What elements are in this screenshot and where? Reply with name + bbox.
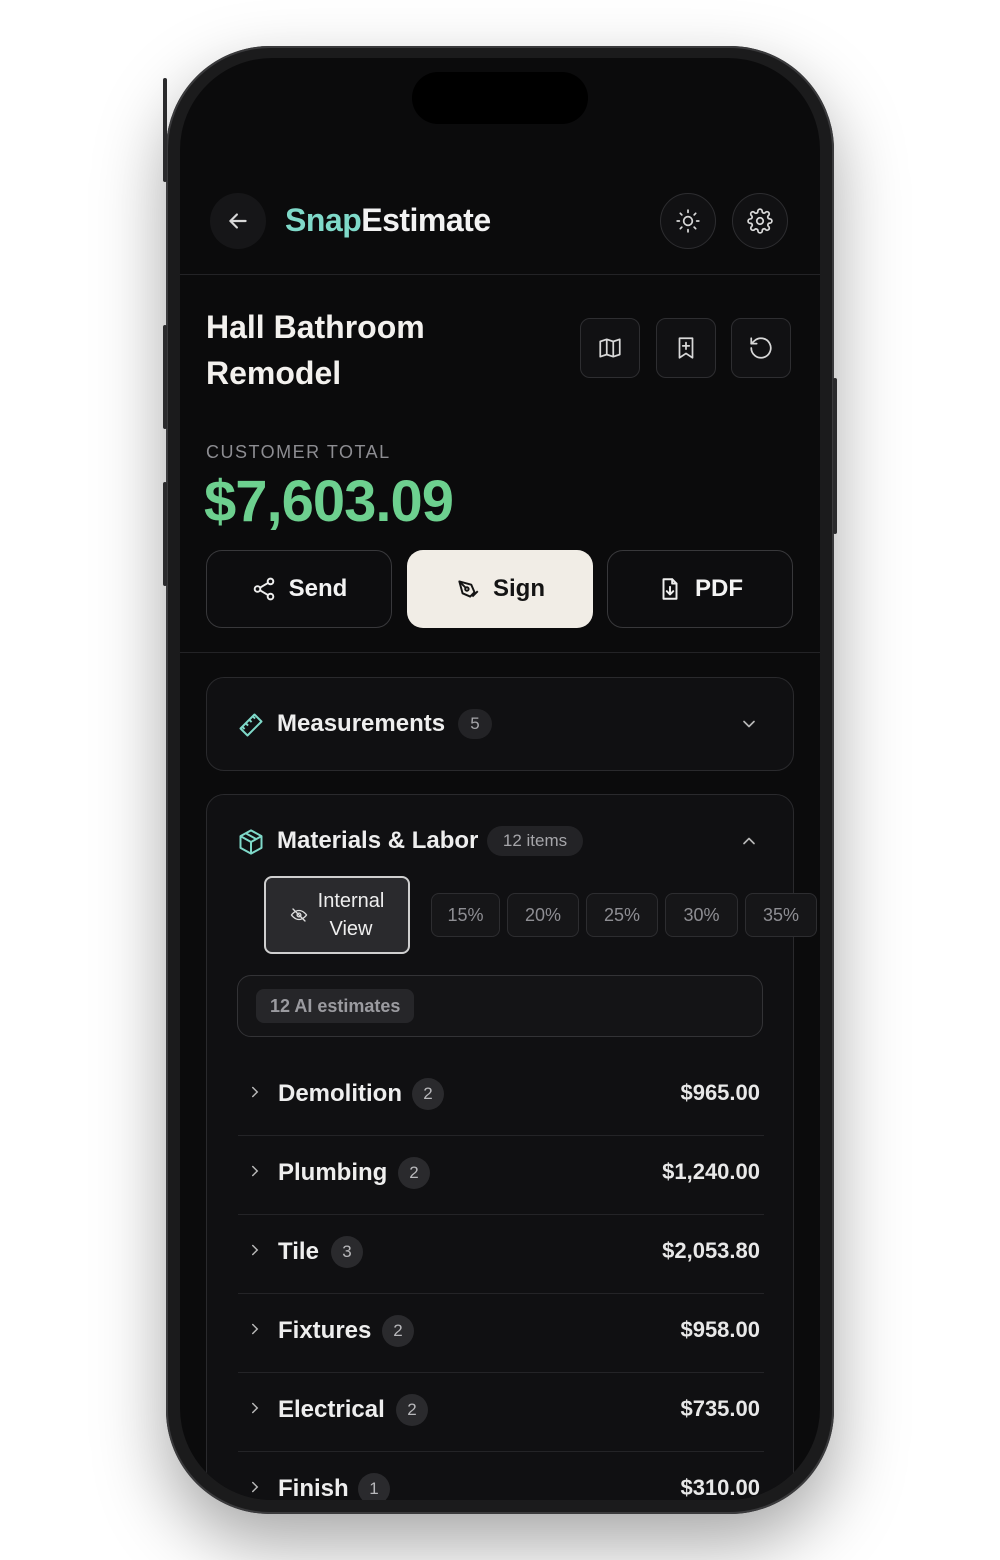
project-title-line1: Hall Bathroom [206,309,425,345]
file-download-icon [662,578,678,600]
category-price: $310.00 [680,1475,760,1500]
category-price: $965.00 [680,1080,760,1105]
pdf-label: PDF [695,575,743,602]
save-template-button[interactable] [656,318,716,378]
chevron-right-icon [252,1481,259,1493]
category-name: Electrical [278,1396,385,1423]
reset-button[interactable] [731,318,791,378]
internal-view-label: Internal View [318,887,385,943]
sign-button[interactable]: Sign [407,550,593,628]
internal-view-toggle[interactable]: Internal View [264,876,410,954]
category-row-demolition[interactable]: Demolition 2 $965.00 [238,1056,764,1136]
chevron-right-icon [252,1086,259,1098]
dynamic-island [412,72,588,124]
ai-estimates-badge: 12 AI estimates [256,989,415,1023]
category-count: 2 [396,1394,428,1426]
category-count: 2 [412,1078,444,1110]
category-price: $2,053.80 [662,1238,760,1263]
category-name: Fixtures [278,1317,372,1344]
materials-title: Materials & Labor [277,827,479,854]
category-name: Demolition [278,1080,402,1107]
category-row-tile[interactable]: Tile 3 $2,053.80 [238,1214,764,1294]
sun-icon [676,209,700,233]
section-divider [180,652,820,653]
category-row-plumbing[interactable]: Plumbing 2 $1,240.00 [238,1135,764,1215]
send-label: Send [288,575,348,602]
chevron-up-icon[interactable] [739,831,759,851]
theme-toggle-button[interactable] [660,193,716,249]
rotate-ccw-icon [750,337,772,359]
category-row-electrical[interactable]: Electrical 2 $735.00 [238,1372,764,1452]
power-button [833,378,837,534]
category-count: 2 [382,1315,414,1347]
category-price: $1,240.00 [662,1159,760,1184]
customer-total-label: CUSTOMER TOTAL [206,442,391,462]
category-count: 1 [358,1473,390,1500]
chevron-right-icon [252,1165,259,1177]
map-icon [599,338,621,358]
category-price: $735.00 [680,1396,760,1421]
bookmark-plus-icon [678,337,694,359]
ai-estimates-bar: 12 AI estimates [237,975,763,1037]
markup-15-button[interactable]: 15% [431,893,500,937]
chevron-right-icon [252,1323,259,1335]
category-name: Finish [278,1475,349,1500]
back-button[interactable] [210,193,266,249]
category-row-finish[interactable]: Finish 1 $310.00 [238,1451,764,1500]
measurements-count: 5 [458,709,492,739]
ruler-icon [239,713,263,737]
volume-down-button [163,482,167,586]
pdf-button[interactable]: PDF [607,550,793,628]
markup-20-button[interactable]: 20% [507,893,579,937]
materials-count: 12 items [487,826,583,856]
markup-25-button[interactable]: 25% [586,893,658,937]
app-header: SnapEstimate [180,188,820,275]
customer-total-value: $7,603.09 [204,469,454,534]
settings-button[interactable] [732,193,788,249]
package-icon [239,829,263,855]
measurements-title: Measurements [277,710,446,737]
internal-view-line2: View [329,918,373,940]
markup-35-button[interactable]: 35% [745,893,817,937]
project-title-line2: Remodel [206,355,342,391]
chevron-right-icon [252,1402,259,1414]
category-name: Tile [278,1238,319,1265]
pen-tool-icon [458,580,479,598]
internal-view-line1: Internal [317,890,385,912]
chevron-right-icon [252,1244,259,1256]
sign-label: Sign [493,575,545,602]
app-screen: SnapEstimate Hall Bathroom Remodel CUSTO… [180,58,820,1500]
app-logo: SnapEstimate [285,202,491,239]
send-button[interactable]: Send [206,550,392,628]
arrow-left-icon [229,213,247,229]
category-count: 3 [331,1236,363,1268]
project-title: Hall Bathroom Remodel [206,304,546,396]
measurements-card[interactable]: Measurements 5 [206,677,794,771]
action-button [163,78,167,182]
logo-estimate: Estimate [361,202,491,238]
logo-snap: Snap [285,202,362,238]
category-count: 2 [398,1157,430,1189]
category-name: Plumbing [278,1159,388,1186]
markup-30-button[interactable]: 30% [665,893,738,937]
share-icon [253,577,274,601]
eye-off-icon [290,908,307,922]
map-button[interactable] [580,318,640,378]
category-price: $958.00 [680,1317,760,1342]
chevron-down-icon [743,720,755,728]
category-row-fixtures[interactable]: Fixtures 2 $958.00 [238,1293,764,1373]
volume-up-button [163,325,167,429]
gear-icon [747,208,773,234]
